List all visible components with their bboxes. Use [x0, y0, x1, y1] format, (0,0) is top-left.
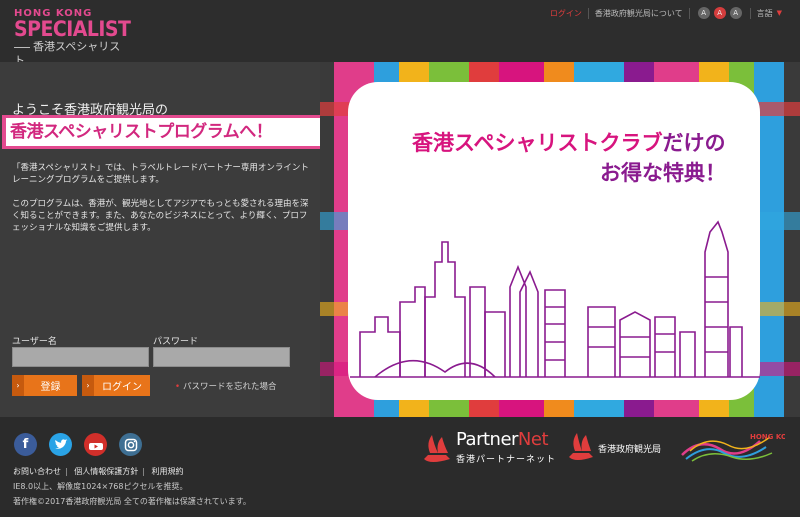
nav-about-link[interactable]: 香港政府観光局について: [595, 8, 683, 19]
intro-paragraph-1: 「香港スペシャリスト」では、トラベルトレードパートナー専用オンライントレーニング…: [12, 163, 309, 185]
password-input[interactable]: [153, 347, 290, 367]
contact-link[interactable]: お問い合わせ: [13, 467, 61, 476]
browser-note: IE8.0以上、解像度1024×768ピクセルを推奨。: [13, 482, 188, 491]
font-size-large-button[interactable]: A: [729, 7, 742, 19]
footer: f お問い合わせ | 個人情報保護方針 | 利用規約 IE8.0以上、解像度1024…: [0, 417, 800, 517]
svg-text:HONG KONG: HONG KONG: [750, 433, 785, 441]
font-size-small-button[interactable]: A: [697, 7, 710, 19]
junk-boat-icon: [424, 435, 450, 462]
footer-links: お問い合わせ | 個人情報保護方針 | 利用規約: [13, 467, 184, 476]
terms-link[interactable]: 利用規約: [152, 467, 184, 476]
font-size-medium-button[interactable]: A: [713, 7, 726, 19]
instagram-icon[interactable]: [119, 433, 142, 456]
twitter-icon[interactable]: [49, 433, 72, 456]
hktb-logo[interactable]: 香港政府観光局: [566, 429, 676, 465]
promo-headline-line1: 香港スペシャリストクラブだけの: [412, 131, 726, 155]
privacy-link[interactable]: 個人情報保護方針: [74, 467, 138, 476]
forgot-password-text: パスワードを忘れた場合: [183, 382, 277, 392]
register-button-label: 登録: [40, 382, 61, 393]
login-button[interactable]: › ログイン: [82, 375, 150, 396]
site-logo[interactable]: HONG KONG SPECIALIST 香港スペシャリスト: [14, 8, 131, 68]
promo-headline-line2: お得な特典！: [600, 161, 726, 185]
partnernet-wordmark: PartnerNet: [456, 429, 549, 450]
program-banner-text: 香港スペシャリストプログラムへ！: [6, 118, 327, 146]
chevron-down-icon: ▼: [776, 9, 782, 17]
arrow-right-icon: ›: [82, 375, 94, 396]
partnernet-subtitle: 香港パートナーネット: [456, 455, 557, 465]
promo-card: [348, 82, 760, 400]
promo-graphic: 香港スペシャリストクラブだけの お得な特典！: [320, 62, 800, 417]
username-label: ユーザー名: [12, 337, 57, 347]
header: HONG KONG SPECIALIST 香港スペシャリスト ログイン 香港政府…: [0, 0, 800, 67]
copyright-text: 著作権©2017香港政府観光局 全ての著作権は保護されています。: [13, 497, 251, 506]
login-button-label: ログイン: [102, 382, 142, 393]
youtube-icon[interactable]: [84, 433, 107, 456]
brand-hong-kong-logo[interactable]: HONG KONG: [680, 429, 799, 465]
social-links: f: [14, 433, 154, 456]
partnernet-logo[interactable]: PartnerNet 香港パートナーネット: [420, 429, 560, 469]
intro-paragraph-2: このプログラムは、香港が、観光地としてアジアでもっとも愛される理由を深く知ること…: [12, 199, 309, 233]
dragon-brand-icon: HONG KONG: [681, 433, 799, 462]
promo-headline-tail: だけの: [663, 131, 726, 155]
forgot-password-link[interactable]: • パスワードを忘れた場合: [175, 380, 277, 392]
password-label: パスワード: [153, 337, 199, 347]
program-banner: 香港スペシャリストプログラムへ！: [2, 115, 329, 149]
language-selector[interactable]: 言語: [757, 8, 773, 19]
junk-boat-icon: [569, 433, 593, 460]
top-nav: ログイン 香港政府観光局について A A A 言語 ▼: [550, 6, 782, 20]
facebook-icon[interactable]: f: [14, 433, 37, 456]
arrow-right-icon: ›: [12, 375, 24, 396]
register-button[interactable]: › 登録: [12, 375, 77, 396]
intro-text: 「香港スペシャリスト」では、トラベルトレードパートナー専用オンライントレーニング…: [12, 162, 312, 234]
username-input[interactable]: [12, 347, 149, 367]
bullet-icon: •: [175, 382, 181, 392]
promo-panel: 香港スペシャリストクラブだけの お得な特典！: [320, 62, 800, 417]
hktb-name: 香港政府観光局: [598, 445, 662, 455]
logo-line2: SPECIALIST: [14, 17, 131, 41]
login-panel: ようこそ香港政府観光局の 香港スペシャリストプログラムへ！ 「香港スペシャリスト…: [0, 62, 329, 417]
promo-highlight: 香港スペシャリストクラブ: [412, 131, 663, 155]
nav-login-link[interactable]: ログイン: [550, 8, 582, 19]
